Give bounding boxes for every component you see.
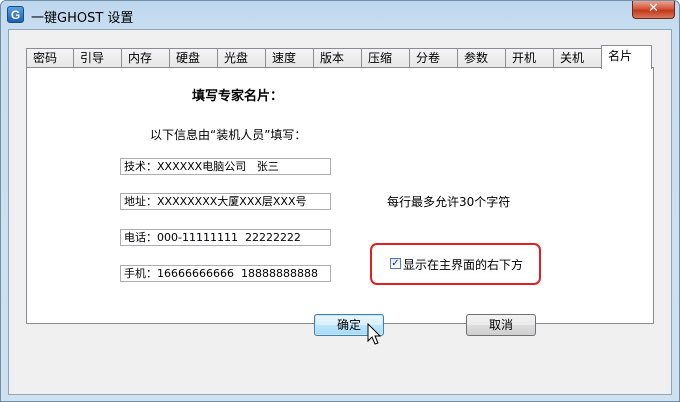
- business-card-panel: 填写专家名片： 以下信息由“装机人员”填写： 技术：XXXXXX电脑公司 张三 …: [26, 67, 654, 324]
- mouse-cursor-icon: [367, 323, 382, 345]
- tech-field[interactable]: 技术：XXXXXX电脑公司 张三: [120, 158, 331, 175]
- dialog-client-area: 密码 引导 内存 硬盘 光盘 速度 版本 压缩 分卷 参数 开机 关机 名片 填…: [8, 29, 672, 395]
- char-limit-note: 每行最多允许30个字符: [387, 195, 511, 209]
- tab-startup[interactable]: 开机: [505, 48, 554, 68]
- tab-version[interactable]: 版本: [313, 48, 362, 68]
- tab-parameters[interactable]: 参数: [457, 48, 506, 68]
- show-on-main-checkbox[interactable]: ✓: [390, 258, 401, 269]
- mobile-field[interactable]: 手机：16666666666 18888888888: [120, 265, 331, 282]
- tab-shutdown[interactable]: 关机: [553, 48, 602, 68]
- tab-harddisk[interactable]: 硬盘: [169, 48, 218, 68]
- tab-cdrom[interactable]: 光盘: [217, 48, 266, 68]
- tab-business-card[interactable]: 名片: [601, 45, 652, 69]
- app-icon: G: [7, 6, 24, 23]
- panel-heading: 填写专家名片：: [192, 89, 284, 104]
- dialog-window: G 一键GHOST 设置 ✕ 密码 引导 内存 硬盘 光盘 速度 版本 压缩 分…: [0, 0, 680, 402]
- tab-speed[interactable]: 速度: [265, 48, 314, 68]
- checkbox-highlight: ✓ 显示在主界面的右下方: [370, 243, 541, 285]
- intro-text: 以下信息由“装机人员”填写：: [150, 128, 307, 142]
- cancel-button[interactable]: 取消: [466, 314, 536, 336]
- tab-compression[interactable]: 压缩: [361, 48, 410, 68]
- close-button[interactable]: ✕: [632, 1, 675, 19]
- show-on-main-label[interactable]: 显示在主界面的右下方: [403, 256, 523, 273]
- tab-split[interactable]: 分卷: [409, 48, 458, 68]
- tab-boot[interactable]: 引导: [73, 48, 122, 68]
- tab-memory[interactable]: 内存: [121, 48, 170, 68]
- tab-password[interactable]: 密码: [26, 48, 74, 68]
- window-title: 一键GHOST 设置: [31, 11, 134, 26]
- address-field[interactable]: 地址：XXXXXXXX大厦XXX层XXX号: [120, 193, 331, 210]
- title-bar[interactable]: G 一键GHOST 设置 ✕: [1, 1, 679, 29]
- phone-field[interactable]: 电话：000-11111111 22222222: [120, 229, 331, 246]
